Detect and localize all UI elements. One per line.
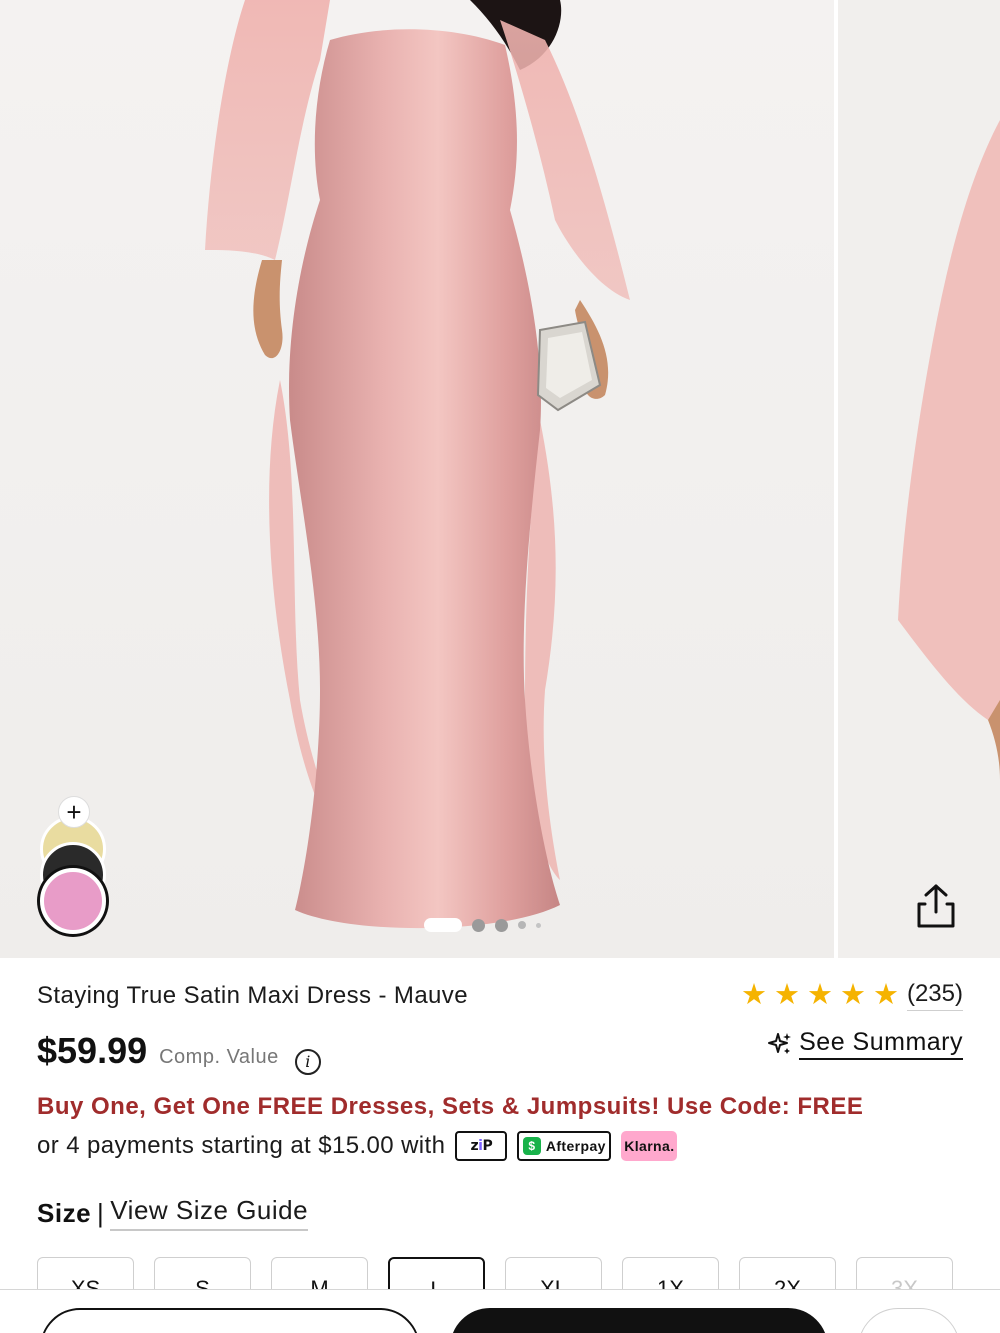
sparkle-icon [768, 1033, 792, 1054]
star-icon: ★ [773, 979, 800, 1011]
more-colors-button[interactable]: + [58, 796, 90, 828]
size-separator: | [97, 1197, 105, 1228]
product-rating[interactable]: ★ ★ ★ ★ ★ (235) [741, 980, 963, 1011]
color-swatches: + [38, 796, 110, 942]
wishlist-button[interactable] [858, 1308, 960, 1333]
pagination-dot[interactable] [536, 922, 541, 928]
star-icon: ★ [872, 979, 899, 1011]
add-to-bag-button[interactable] [450, 1308, 828, 1333]
info-icon[interactable]: i [294, 1048, 321, 1075]
see-summary-link[interactable]: See Summary [767, 1028, 963, 1060]
size-option-1x[interactable]: 1X [622, 1257, 719, 1289]
secondary-action-button[interactable] [40, 1308, 420, 1333]
pagination-dot[interactable] [495, 918, 508, 932]
dress-photo-illustration [205, 0, 630, 929]
klarna-badge[interactable]: Klarna. [621, 1131, 678, 1161]
size-header: Size | View Size Guide [37, 1195, 309, 1231]
afterpay-badge[interactable]: $ Afterpay [517, 1131, 612, 1161]
star-icon: ★ [806, 979, 833, 1011]
next-photo-illustration [898, 120, 1000, 780]
afterpay-label: Afterpay [545, 1138, 606, 1154]
afterpay-logo-icon: $ [522, 1137, 541, 1155]
carousel-pagination [424, 918, 541, 932]
pagination-dot[interactable] [518, 921, 526, 929]
zip-prefix: z [470, 1138, 479, 1154]
size-label: Size [37, 1197, 92, 1228]
size-guide-link[interactable]: View Size Guide [110, 1195, 309, 1231]
promo-banner: Buy One, Get One FREE Dresses, Sets & Ju… [37, 1093, 864, 1120]
pagination-dot-active[interactable] [424, 918, 462, 932]
product-price: $59.99 [37, 1030, 148, 1071]
price-row: $59.99 Comp. Value i [37, 1030, 321, 1075]
size-option-3x[interactable]: 3X [856, 1257, 953, 1289]
comp-value-label: Comp. Value [159, 1046, 279, 1068]
size-option-l[interactable]: L [388, 1257, 485, 1289]
swatch-mauve-selected[interactable] [40, 868, 106, 934]
product-image-next[interactable] [838, 0, 1000, 958]
installment-text: or 4 payments starting at $15.00 with [37, 1132, 446, 1159]
star-icon: ★ [839, 979, 866, 1011]
size-option-s[interactable]: S [154, 1257, 251, 1289]
size-option-2x[interactable]: 2X [739, 1257, 836, 1289]
product-title: Staying True Satin Maxi Dress - Mauve [37, 982, 468, 1009]
star-icon: ★ [740, 979, 767, 1011]
bottom-action-bar [0, 1289, 1000, 1333]
rating-stars: ★ ★ ★ ★ ★ [741, 981, 899, 1010]
installment-payments: or 4 payments starting at $15.00 with zi… [37, 1131, 678, 1161]
share-icon [917, 884, 955, 928]
product-image-gallery[interactable]: + [0, 0, 1000, 958]
zip-badge[interactable]: ziP [455, 1131, 508, 1161]
size-option-m[interactable]: M [271, 1257, 368, 1289]
see-summary-label[interactable]: See Summary [799, 1028, 963, 1060]
size-option-xs[interactable]: XS [37, 1257, 134, 1289]
size-options: XS S M L XL 1X 2X 3X [37, 1257, 963, 1289]
rating-count-link[interactable]: (235) [906, 980, 963, 1011]
zip-suffix: P [482, 1138, 493, 1154]
size-option-xl[interactable]: XL [505, 1257, 602, 1289]
share-button[interactable] [906, 876, 966, 936]
product-image-main[interactable] [0, 0, 834, 958]
pagination-dot[interactable] [472, 918, 485, 932]
